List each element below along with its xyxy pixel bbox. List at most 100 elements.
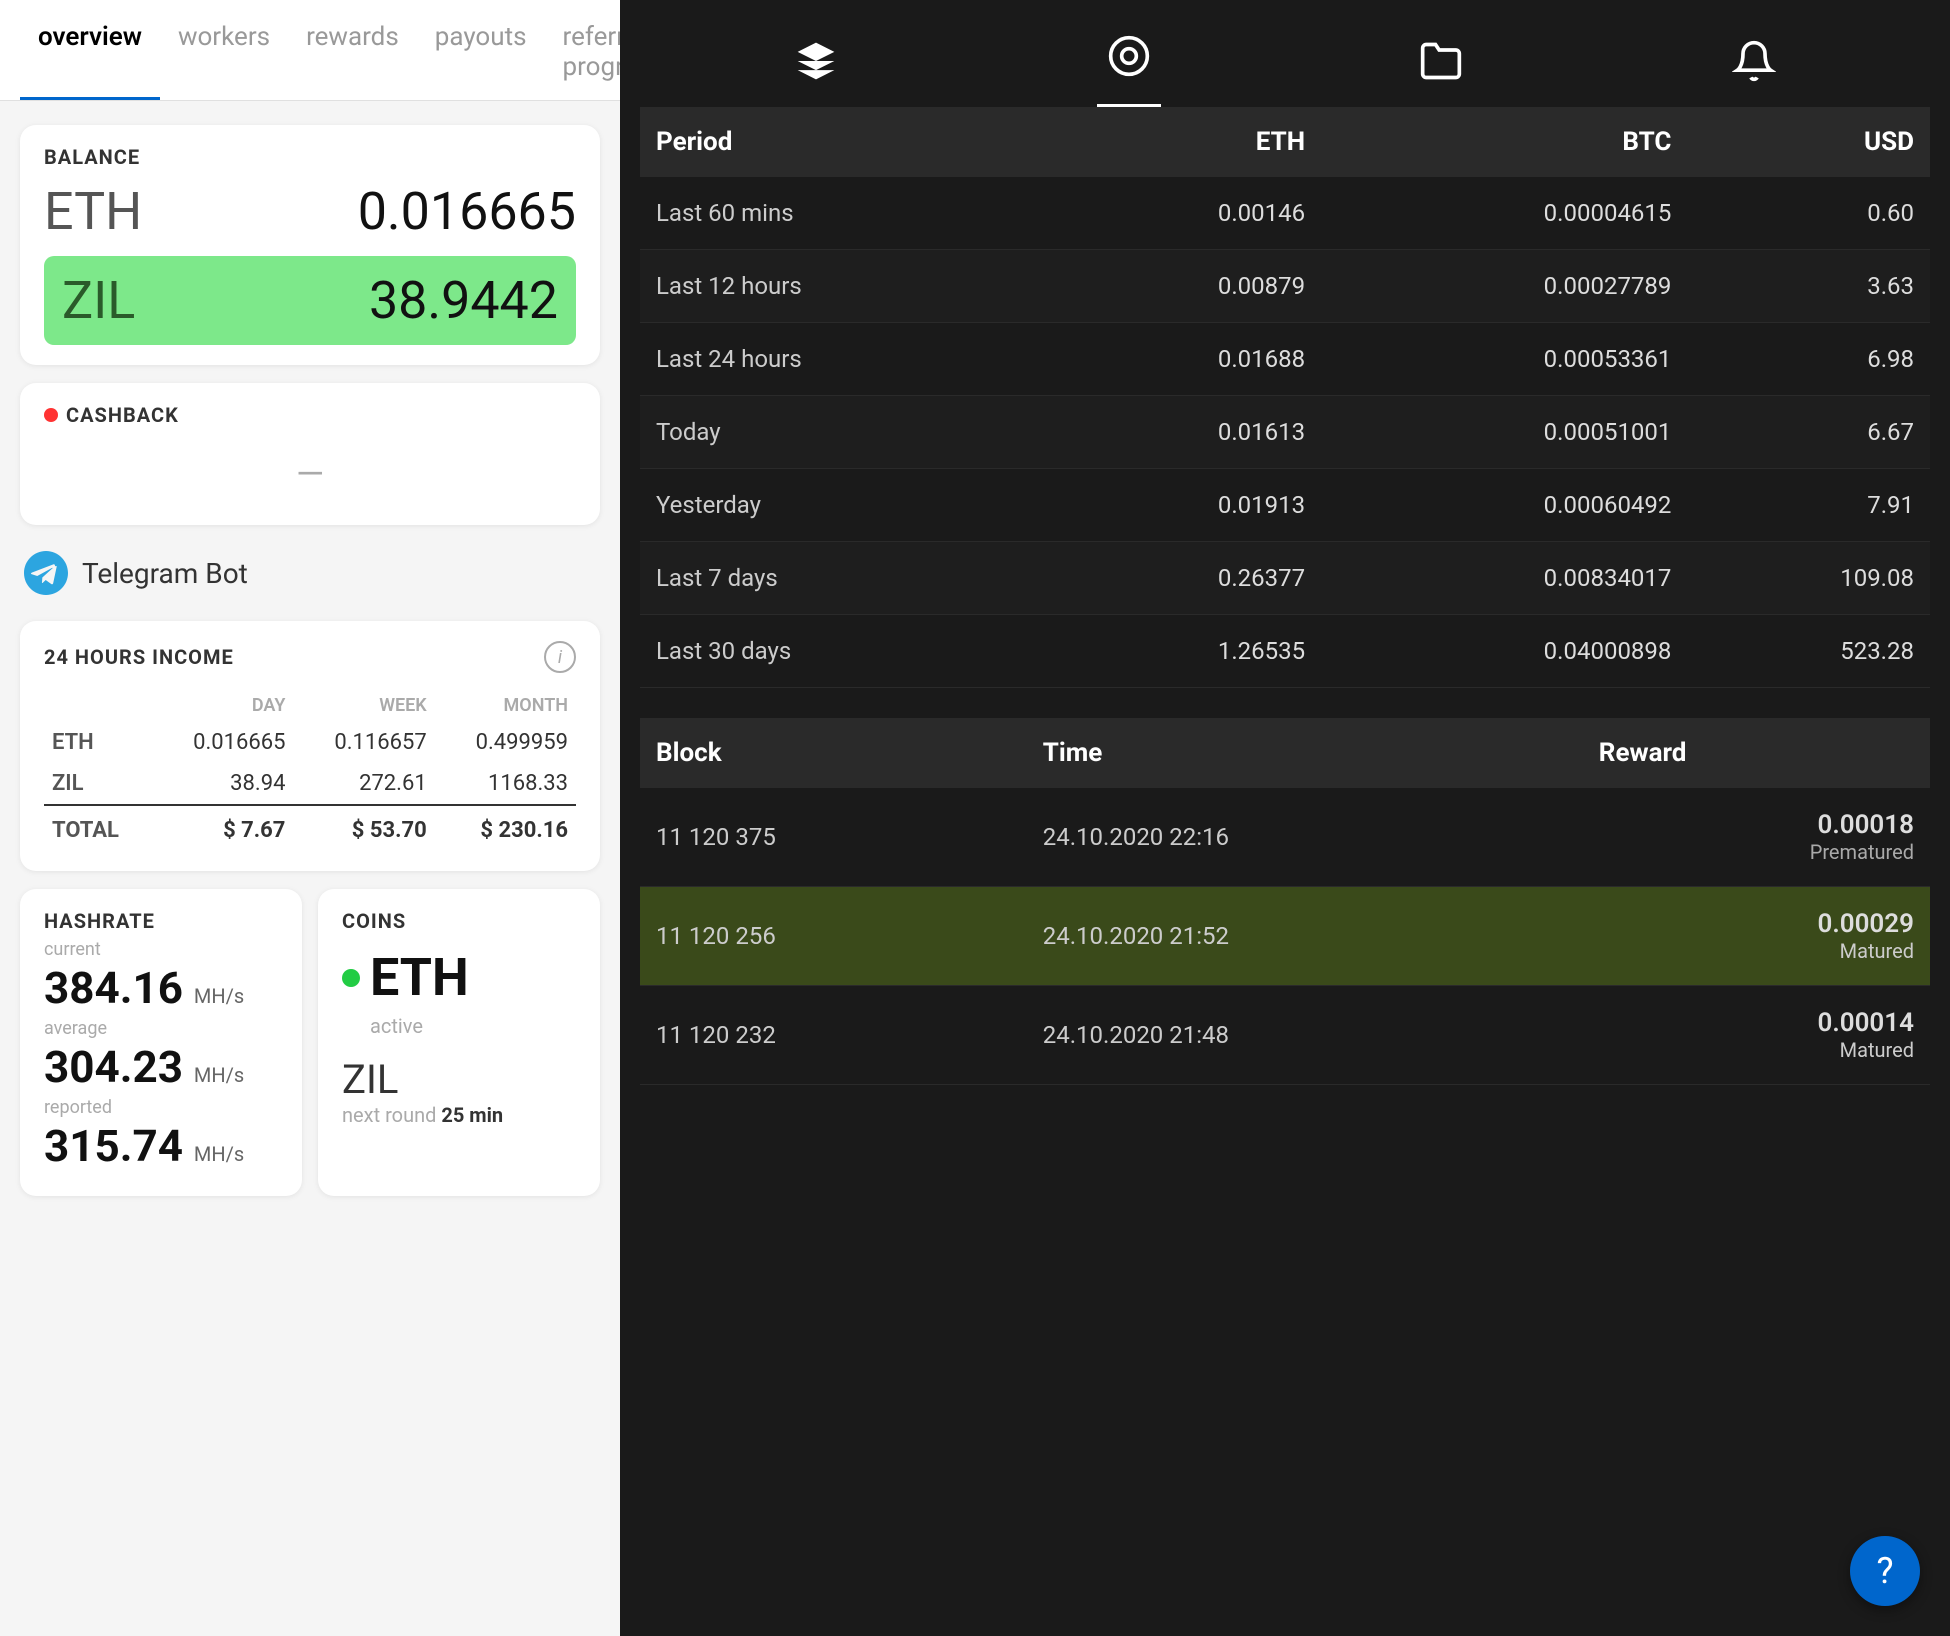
cashback-label: CASHBACK: [44, 403, 576, 427]
blocks-col-time: Time: [1027, 718, 1583, 788]
eth-balance-row: ETH 0.016665: [44, 181, 576, 242]
block-reward: 0.00018 Prematured: [1583, 788, 1930, 887]
coins-title: COINS: [342, 909, 576, 933]
coins-eth-row: ETH: [342, 947, 576, 1008]
tab-overview[interactable]: overview: [20, 0, 160, 100]
right-header: [620, 0, 1950, 107]
rewards-btc: 0.04000898: [1321, 615, 1687, 688]
telegram-label: Telegram Bot: [82, 557, 248, 590]
rewards-usd: 6.67: [1687, 396, 1930, 469]
rewards-period: Last 24 hours: [640, 323, 1048, 396]
tab-rewards[interactable]: rewards: [288, 0, 417, 100]
income-col-month: MONTH: [435, 689, 576, 722]
income-table: DAY WEEK MONTH ETH 0.016665 0.116657 0.4…: [44, 689, 576, 851]
blocks-col-reward: Reward: [1583, 718, 1930, 788]
income-day: $ 7.67: [152, 805, 293, 851]
rewards-usd: 7.91: [1687, 469, 1930, 542]
info-icon[interactable]: i: [544, 641, 576, 673]
rewards-col-btc: BTC: [1321, 107, 1687, 177]
rewards-eth: 1.26535: [1048, 615, 1321, 688]
hashrate-average-label: average: [44, 1018, 278, 1039]
block-number: 11 120 375: [640, 788, 1027, 887]
hashrate-card: HASHRATE current 384.16 MH/s average 304…: [20, 889, 302, 1196]
zil-amount: 38.9442: [369, 270, 558, 331]
hashrate-current-value: 384.16 MH/s: [44, 962, 278, 1014]
block-row: 11 120 375 24.10.2020 22:16 0.00018 Prem…: [640, 788, 1930, 887]
block-row: 11 120 256 24.10.2020 21:52 0.00029 Matu…: [640, 887, 1930, 986]
rewards-row: Yesterday 0.01913 0.00060492 7.91: [640, 469, 1930, 542]
bottom-row: HASHRATE current 384.16 MH/s average 304…: [20, 889, 600, 1196]
income-month: 0.499959: [435, 722, 576, 763]
cashback-dot: [44, 408, 58, 422]
rewards-eth: 0.26377: [1048, 542, 1321, 615]
right-panel: Period ETH BTC USD Last 60 mins 0.00146 …: [620, 0, 1950, 1636]
telegram-row[interactable]: Telegram Bot: [20, 543, 600, 603]
rewards-eth: 0.01688: [1048, 323, 1321, 396]
block-number: 11 120 256: [640, 887, 1027, 986]
rewards-usd: 6.98: [1687, 323, 1930, 396]
tab-referral[interactable]: referral program: [545, 0, 620, 100]
layers-icon[interactable]: [784, 29, 848, 103]
right-content: Period ETH BTC USD Last 60 mins 0.00146 …: [620, 107, 1950, 1636]
rewards-col-period: Period: [640, 107, 1048, 177]
zil-currency: ZIL: [62, 270, 135, 331]
hashrate-average-row: average 304.23 MH/s: [44, 1018, 278, 1093]
rewards-row: Last 60 mins 0.00146 0.00004615 0.60: [640, 177, 1930, 250]
income-day: 38.94: [152, 763, 293, 805]
folder-icon[interactable]: [1409, 29, 1473, 103]
rewards-eth: 0.00146: [1048, 177, 1321, 250]
rewards-period: Last 7 days: [640, 542, 1048, 615]
income-currency: ZIL: [44, 763, 152, 805]
rewards-usd: 3.63: [1687, 250, 1930, 323]
rewards-row: Today 0.01613 0.00051001 6.67: [640, 396, 1930, 469]
rewards-col-eth: ETH: [1048, 107, 1321, 177]
help-button[interactable]: ?: [1850, 1536, 1920, 1606]
zil-balance-row: ZIL 38.9442: [44, 256, 576, 345]
block-time: 24.10.2020 21:52: [1027, 887, 1583, 986]
income-card: 24 HOURS INCOME i DAY WEEK MONTH ETH 0.0…: [20, 621, 600, 871]
income-month: 1168.33: [435, 763, 576, 805]
rewards-table: Period ETH BTC USD Last 60 mins 0.00146 …: [640, 107, 1930, 688]
hashrate-reported-value: 315.74 MH/s: [44, 1120, 278, 1172]
coins-zil-label: ZIL: [342, 1056, 576, 1103]
income-week: 272.61: [293, 763, 434, 805]
coins-next-round: next round 25 min: [342, 1103, 576, 1127]
rewards-row: Last 24 hours 0.01688 0.00053361 6.98: [640, 323, 1930, 396]
balance-card: BALANCE ETH 0.016665 ZIL 38.9442: [20, 125, 600, 365]
rewards-btc: 0.00004615: [1321, 177, 1687, 250]
hashrate-reported-label: reported: [44, 1097, 278, 1118]
rewards-usd: 109.08: [1687, 542, 1930, 615]
income-col-day: DAY: [152, 689, 293, 722]
block-time: 24.10.2020 22:16: [1027, 788, 1583, 887]
coins-eth-label: ETH: [370, 947, 469, 1008]
tab-workers[interactable]: workers: [160, 0, 288, 100]
blocks-table: Block Time Reward 11 120 375 24.10.2020 …: [640, 718, 1930, 1085]
income-currency: ETH: [44, 722, 152, 763]
eth-active-dot: [342, 969, 360, 987]
bell-icon[interactable]: [1722, 29, 1786, 103]
cashback-card: CASHBACK —: [20, 383, 600, 525]
income-row: TOTAL $ 7.67 $ 53.70 $ 230.16: [44, 805, 576, 851]
tab-payouts[interactable]: payouts: [417, 0, 545, 100]
circle-icon[interactable]: [1097, 24, 1161, 107]
rewards-eth: 0.01913: [1048, 469, 1321, 542]
telegram-icon: [24, 551, 68, 595]
rewards-btc: 0.00060492: [1321, 469, 1687, 542]
eth-currency: ETH: [44, 181, 142, 242]
coins-card: COINS ETH active ZIL next round 25 min: [318, 889, 600, 1196]
eth-amount: 0.016665: [358, 181, 576, 242]
rewards-btc: 0.00834017: [1321, 542, 1687, 615]
hashrate-reported-row: reported 315.74 MH/s: [44, 1097, 278, 1172]
rewards-usd: 523.28: [1687, 615, 1930, 688]
rewards-period: Today: [640, 396, 1048, 469]
blocks-col-block: Block: [640, 718, 1027, 788]
income-week: 0.116657: [293, 722, 434, 763]
left-panel: overview workers rewards payouts referra…: [0, 0, 620, 1636]
rewards-period: Last 60 mins: [640, 177, 1048, 250]
balance-label: BALANCE: [44, 145, 576, 169]
rewards-row: Last 12 hours 0.00879 0.00027789 3.63: [640, 250, 1930, 323]
left-content: BALANCE ETH 0.016665 ZIL 38.9442 CASHBAC…: [0, 101, 620, 1220]
rewards-period: Last 30 days: [640, 615, 1048, 688]
block-row: 11 120 232 24.10.2020 21:48 0.00014 Matu…: [640, 986, 1930, 1085]
block-reward: 0.00029 Matured: [1583, 887, 1930, 986]
